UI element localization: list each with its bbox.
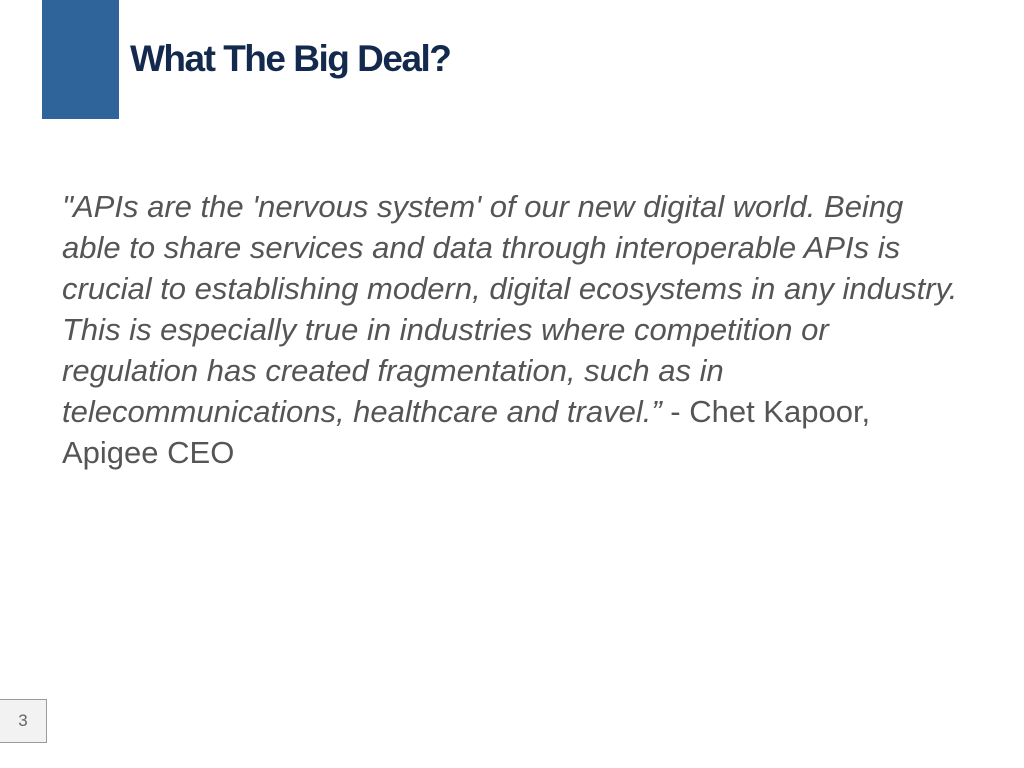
quote-block: "APIs are the 'nervous system' of our ne… [62, 186, 962, 473]
quote-text: "APIs are the 'nervous system' of our ne… [62, 189, 958, 429]
title-accent-bar [42, 0, 119, 119]
slide-title: What The Big Deal? [130, 38, 452, 79]
page-number: 3 [0, 699, 47, 743]
slide: What The Big Deal? "APIs are the 'nervou… [0, 0, 1024, 768]
